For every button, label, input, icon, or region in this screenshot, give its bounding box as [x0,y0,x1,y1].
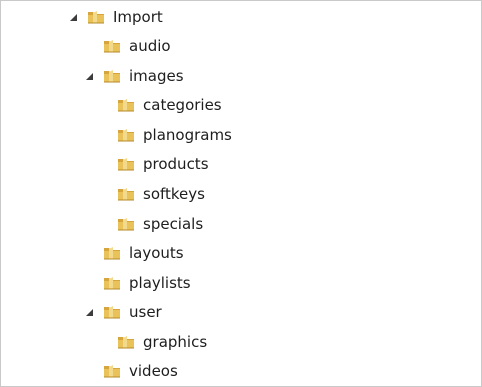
tree-item-label: products [143,155,209,173]
tree-item-planograms[interactable]: planograms [98,122,232,148]
tree-item-label: softkeys [143,185,205,203]
tree-item-label: planograms [143,126,232,144]
tree-item-images[interactable]: images [84,63,184,89]
tree-item-products[interactable]: products [98,151,209,177]
tree-item-label: layouts [129,244,184,262]
folder-icon [118,99,134,112]
tree-item-playlists[interactable]: playlists [84,270,191,296]
tree-item-import[interactable]: Import [68,4,163,30]
tree-item-layouts[interactable]: layouts [84,240,184,266]
folder-icon [118,336,134,349]
tree-item-label: user [129,303,162,321]
tree-item-label: specials [143,215,204,233]
folder-icon [104,40,120,53]
tree-item-label: Import [113,8,163,26]
folder-tree: Import audio images categories planogram… [0,0,482,387]
tree-item-user[interactable]: user [84,299,162,325]
tree-item-audio[interactable]: audio [84,33,171,59]
tree-item-label: playlists [129,274,191,292]
folder-icon [104,306,120,319]
tree-item-softkeys[interactable]: softkeys [98,181,205,207]
tree-item-label: videos [129,362,178,380]
tree-item-videos[interactable]: videos [84,358,178,384]
expanded-arrow-icon[interactable] [84,307,94,317]
expanded-arrow-icon[interactable] [68,12,78,22]
tree-item-graphics[interactable]: graphics [98,329,207,355]
folder-icon [104,247,120,260]
expanded-arrow-icon[interactable] [84,71,94,81]
folder-icon [104,365,120,378]
folder-icon [104,70,120,83]
tree-item-label: categories [143,96,222,114]
folder-icon [118,218,134,231]
folder-icon [118,188,134,201]
tree-item-label: images [129,67,184,85]
folder-icon [104,277,120,290]
tree-item-label: audio [129,37,171,55]
folder-icon [118,129,134,142]
tree-item-specials[interactable]: specials [98,211,203,237]
folder-icon [88,11,104,24]
tree-item-categories[interactable]: categories [98,92,222,118]
folder-icon [118,158,134,171]
tree-item-label: graphics [143,333,208,351]
